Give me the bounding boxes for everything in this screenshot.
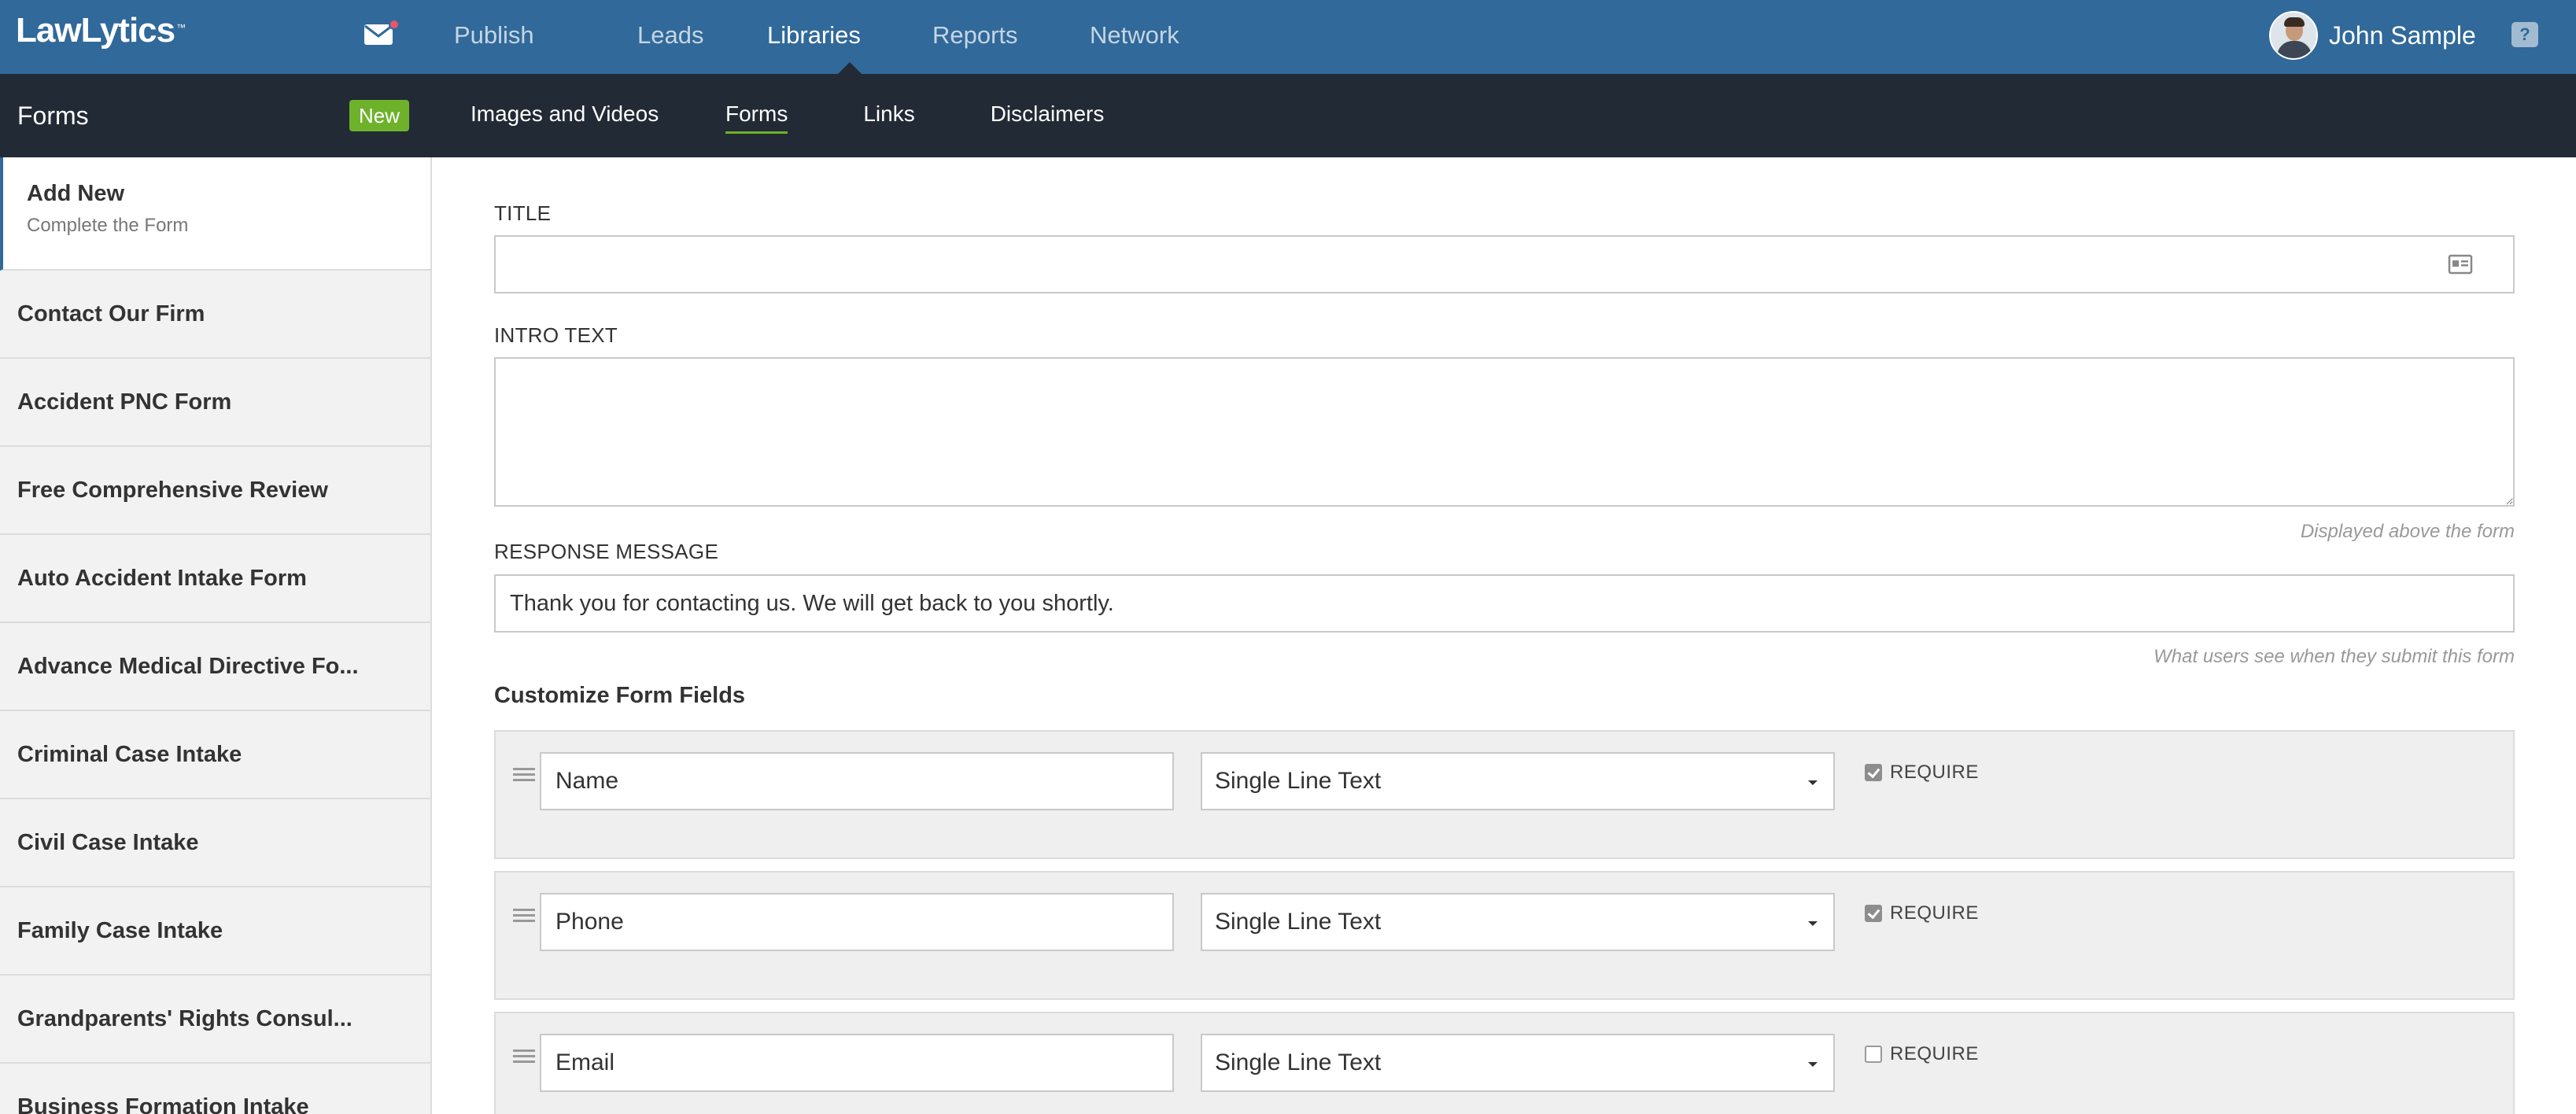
intro-text-label: INTRO TEXT	[494, 323, 618, 347]
checkbox-unchecked-icon[interactable]	[1865, 1046, 1882, 1063]
checkbox-checked-icon[interactable]	[1865, 764, 1882, 781]
logo-text: LawLytics	[16, 11, 175, 50]
title-label: TITLE	[494, 201, 552, 225]
field-type-select[interactable]: Single Line Text	[1201, 752, 1835, 810]
field-name-input[interactable]: Phone	[540, 893, 1174, 951]
add-new-title: Add New	[27, 181, 125, 206]
caret-down-icon	[1808, 1062, 1818, 1067]
form-field-row: Email Single Line Text REQUIRE	[494, 1012, 2515, 1114]
response-message-hint: What users see when they submit this for…	[2153, 646, 2515, 667]
sidebar-item-family-case-intake[interactable]: Family Case Intake	[0, 887, 430, 976]
logo-trademark: ™	[176, 22, 186, 33]
sidebar-item-grandparents-rights[interactable]: Grandparents' Rights Consul...	[0, 976, 430, 1064]
envelope-icon[interactable]	[364, 19, 400, 46]
response-message-input[interactable]: Thank you for contacting us. We will get…	[494, 574, 2515, 633]
nav-libraries[interactable]: Libraries	[767, 0, 932, 75]
id-card-icon[interactable]	[2448, 253, 2473, 275]
sidebar-item-free-comprehensive-review[interactable]: Free Comprehensive Review	[0, 447, 430, 535]
tab-images-and-videos[interactable]: Images and Videos	[471, 74, 725, 157]
field-type-value: Single Line Text	[1215, 1049, 1382, 1075]
user-name: John Sample	[2329, 20, 2476, 50]
require-label: REQUIRE	[1890, 1043, 1979, 1064]
drag-handle-icon[interactable]	[513, 768, 535, 782]
drag-handle-icon[interactable]	[513, 909, 535, 923]
nav-reports[interactable]: Reports	[932, 0, 1090, 74]
sidebar-item-civil-case-intake[interactable]: Civil Case Intake	[0, 799, 430, 887]
response-message-label: RESPONSE MESSAGE	[494, 540, 719, 563]
require-checkbox[interactable]: REQUIRE	[1865, 902, 1979, 924]
new-button[interactable]: New	[349, 100, 410, 131]
forms-sidebar: Add New Complete the Form Contact Our Fi…	[0, 157, 432, 1114]
sidebar-item-auto-accident-intake[interactable]: Auto Accident Intake Form	[0, 535, 430, 623]
require-label: REQUIRE	[1890, 902, 1979, 924]
top-navigation-bar: LawLytics ™ Publish Leads Libraries Repor…	[0, 0, 2576, 75]
caret-down-icon	[1808, 780, 1818, 785]
title-input[interactable]	[494, 235, 2515, 293]
field-type-select[interactable]: Single Line Text	[1201, 1034, 1835, 1092]
tab-links[interactable]: Links	[863, 74, 914, 157]
nav-network[interactable]: Network	[1090, 0, 1179, 74]
notification-dot	[389, 19, 400, 30]
require-checkbox[interactable]: REQUIRE	[1865, 1043, 1979, 1065]
require-label: REQUIRE	[1890, 762, 1979, 783]
field-type-value: Single Line Text	[1215, 768, 1382, 794]
nav-leads[interactable]: Leads	[637, 0, 767, 74]
main-nav: Publish Leads Libraries Reports Network	[454, 0, 1179, 75]
sub-nav: Images and Videos Forms Links Disclaimer…	[471, 74, 1104, 157]
tab-forms[interactable]: Forms	[725, 74, 788, 157]
drag-handle-icon[interactable]	[513, 1049, 535, 1064]
require-checkbox[interactable]: REQUIRE	[1865, 762, 1979, 784]
sidebar-item-accident-pnc-form[interactable]: Accident PNC Form	[0, 359, 430, 447]
sidebar-item-criminal-case-intake[interactable]: Criminal Case Intake	[0, 711, 430, 799]
intro-text-hint: Displayed above the form	[2300, 521, 2515, 542]
sidebar-item-business-formation-intake[interactable]: Business Formation Intake	[0, 1064, 430, 1114]
checkbox-checked-icon[interactable]	[1865, 905, 1882, 922]
library-subnav-bar: Forms New Images and Videos Forms Links …	[0, 74, 2576, 157]
form-field-row: Phone Single Line Text REQUIRE	[494, 871, 2515, 1000]
add-new-form-item[interactable]: Add New Complete the Form	[0, 157, 430, 271]
tab-disclaimers[interactable]: Disclaimers	[991, 74, 1105, 157]
sidebar-item-advance-medical-directive[interactable]: Advance Medical Directive Fo...	[0, 623, 430, 711]
caret-down-icon	[1808, 921, 1818, 926]
customize-form-fields-title: Customize Form Fields	[494, 683, 746, 708]
sidebar-item-contact-our-firm[interactable]: Contact Our Firm	[0, 271, 430, 359]
intro-text-input[interactable]	[494, 357, 2515, 507]
section-title: Forms	[17, 101, 89, 130]
field-name-input[interactable]: Name	[540, 752, 1174, 810]
help-icon[interactable]: ?	[2511, 22, 2538, 47]
add-new-subtitle: Complete the Form	[27, 215, 189, 236]
lawlytics-logo[interactable]: LawLytics ™	[16, 11, 186, 58]
user-menu[interactable]: John Sample	[2269, 9, 2476, 61]
field-type-value: Single Line Text	[1215, 909, 1382, 935]
field-type-select[interactable]: Single Line Text	[1201, 893, 1835, 951]
avatar	[2269, 11, 2318, 60]
form-field-row: Name Single Line Text REQUIRE	[494, 730, 2515, 859]
nav-publish[interactable]: Publish	[454, 0, 637, 74]
form-editor: TITLE INTRO TEXT Displayed above the for…	[432, 157, 2576, 1114]
field-name-input[interactable]: Email	[540, 1034, 1174, 1092]
